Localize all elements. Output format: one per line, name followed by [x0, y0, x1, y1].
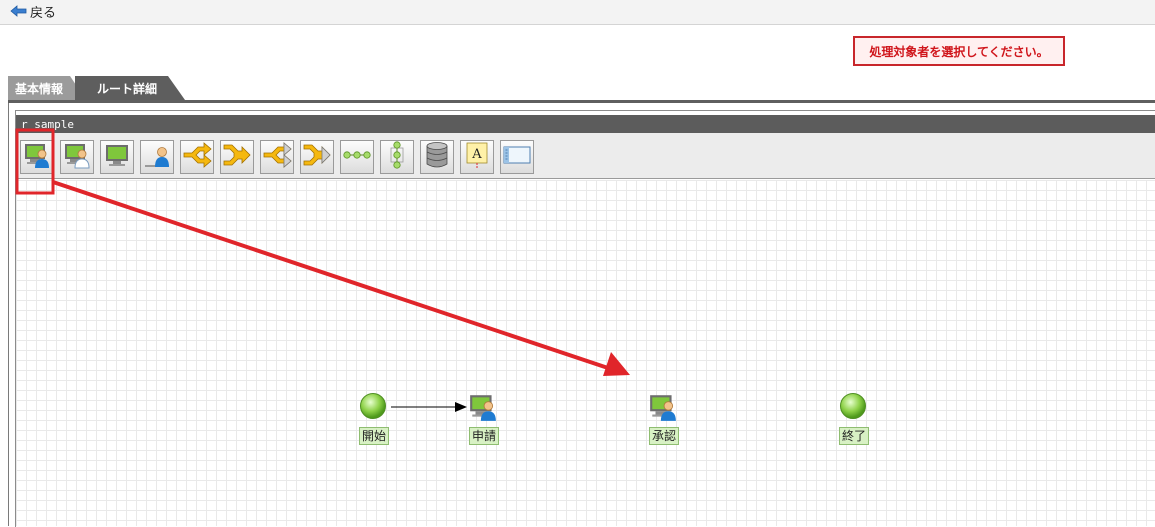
- tool-window-frame[interactable]: [500, 140, 534, 174]
- branch-split-icon: [182, 141, 212, 173]
- vertical-connector-icon: [383, 140, 411, 174]
- back-label: 戻る: [30, 5, 57, 21]
- tool-vertical-connector[interactable]: [380, 140, 414, 174]
- tool-user-node-alt[interactable]: [60, 140, 94, 174]
- branch-join-icon: [222, 141, 252, 173]
- user-node-alt-icon: [63, 141, 91, 173]
- end-node[interactable]: [839, 392, 867, 424]
- tab-basic-info-label: 基本情報: [15, 81, 64, 96]
- back-arrow-icon: [10, 5, 27, 17]
- tab-basic-info[interactable]: 基本情報: [8, 76, 86, 100]
- branch-split-gray-icon: [262, 141, 292, 173]
- tool-horizontal-connector[interactable]: [340, 140, 374, 174]
- branch-join-gray-icon: [302, 141, 332, 173]
- start-circle-icon: [359, 393, 387, 424]
- tab-route-detail[interactable]: ルート詳細: [75, 76, 185, 100]
- start-node[interactable]: [359, 392, 387, 424]
- horizontal-connector-icon: [342, 141, 372, 173]
- back-link[interactable]: 戻る: [10, 2, 57, 21]
- end-node-label: 終了: [839, 427, 870, 445]
- person-node-icon: [143, 141, 171, 173]
- database-icon: [423, 140, 451, 174]
- tab-route-detail-label: ルート詳細: [97, 81, 158, 96]
- route-name-bar: r sample: [16, 115, 1155, 133]
- svg-text:A: A: [471, 147, 482, 162]
- tool-text-note[interactable]: A: [460, 140, 494, 174]
- route-name: r sample: [21, 117, 74, 131]
- tool-person-node[interactable]: [140, 140, 174, 174]
- user-node-icon: [23, 141, 51, 173]
- end-circle-icon: [839, 393, 867, 424]
- start-node-label: 開始: [359, 427, 390, 445]
- apply-node-label: 申請: [469, 427, 500, 445]
- text-note-icon: A: [463, 140, 491, 174]
- error-message: 処理対象者を選択してください。: [853, 36, 1065, 66]
- tool-branch-split[interactable]: [180, 140, 214, 174]
- user-node-icon: [468, 395, 498, 426]
- approve-node-label: 承認: [649, 427, 680, 445]
- monitor-node-icon: [103, 141, 131, 173]
- tool-branch-join[interactable]: [220, 140, 254, 174]
- user-node-icon: [648, 395, 678, 426]
- window-frame-icon: [502, 141, 532, 173]
- apply-node[interactable]: [468, 392, 498, 426]
- top-bar: 戻る: [0, 0, 1155, 25]
- approve-node[interactable]: [648, 392, 678, 426]
- route-canvas[interactable]: [16, 180, 1155, 526]
- tool-branch-join-gray[interactable]: [300, 140, 334, 174]
- tool-user-node[interactable]: [20, 140, 54, 174]
- error-message-text: 処理対象者を選択してください。: [869, 44, 1049, 59]
- tool-database[interactable]: [420, 140, 454, 174]
- tool-branch-split-gray[interactable]: [260, 140, 294, 174]
- tool-monitor-node[interactable]: [100, 140, 134, 174]
